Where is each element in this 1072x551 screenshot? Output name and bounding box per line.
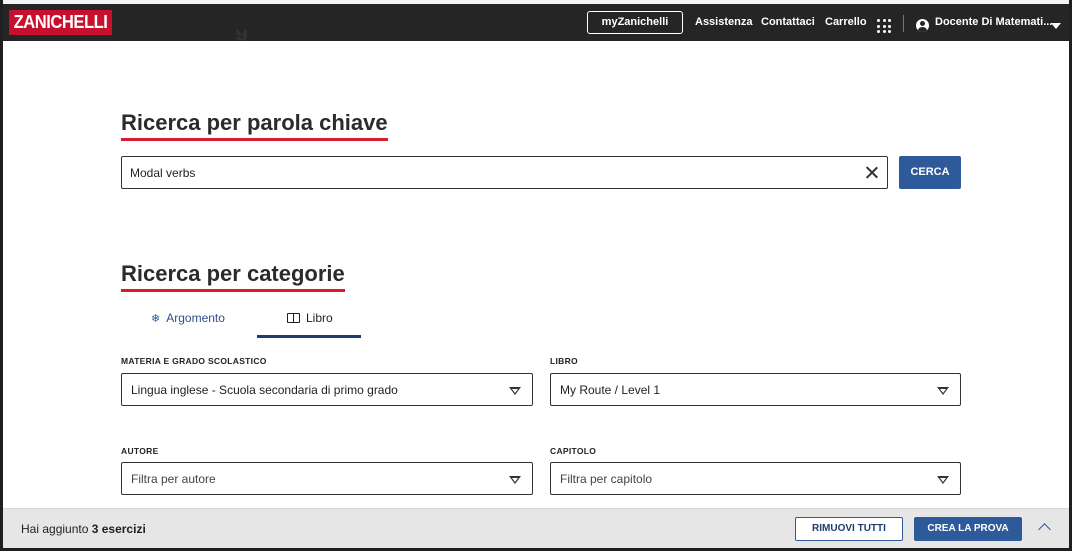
clear-search-icon[interactable] [865, 166, 878, 179]
libro-select[interactable]: My Route / Level 1 [550, 373, 961, 406]
tab-argomento-label: Argomento [166, 311, 225, 325]
nav-divider [903, 15, 904, 32]
capitolo-label: CAPITOLO [550, 446, 597, 456]
app-window: ZANICHELLI myZanichelli Assistenza Conta… [0, 0, 1072, 551]
page-title-fragment: g [235, 30, 275, 42]
category-search-title: Ricerca per categorie [121, 261, 345, 292]
top-navigation-bar: ZANICHELLI myZanichelli Assistenza Conta… [3, 4, 1069, 41]
tab-libro[interactable]: Libro [257, 308, 361, 338]
search-button[interactable]: CERCA [899, 156, 961, 189]
added-exercises-count: 3 esercizi [91, 522, 146, 536]
nav-link-assistenza[interactable]: Assistenza [695, 16, 752, 28]
chevron-down-icon [937, 476, 949, 484]
user-menu-name[interactable]: Docente Di Matemati... [935, 16, 1052, 28]
capitolo-select-placeholder: Filtra per capitolo [560, 472, 653, 486]
libro-label: LIBRO [550, 356, 578, 366]
create-test-button[interactable]: CREA LA PROVA [914, 517, 1022, 541]
materia-label: MATERIA E GRADO SCOLASTICO [121, 356, 267, 366]
materia-select-value: Lingua inglese - Scuola secondaria di pr… [131, 383, 398, 397]
chevron-down-icon [509, 387, 521, 395]
tab-libro-label: Libro [306, 311, 333, 325]
keyword-search-box [121, 156, 888, 189]
user-menu-caret-icon[interactable] [1051, 23, 1061, 29]
autore-label: AUTORE [121, 446, 159, 456]
tab-argomento[interactable]: ❄ Argomento [121, 308, 257, 338]
snowflake-icon: ❄ [151, 312, 161, 325]
zanichelli-logo[interactable]: ZANICHELLI [9, 10, 113, 35]
libro-select-value: My Route / Level 1 [560, 383, 661, 397]
keyword-search-title: Ricerca per parola chiave [121, 110, 388, 141]
apps-grid-icon[interactable] [877, 19, 891, 33]
capitolo-select[interactable]: Filtra per capitolo [550, 462, 961, 495]
remove-all-button[interactable]: RIMUOVI TUTTI [795, 517, 903, 541]
chevron-down-icon [509, 476, 521, 484]
autore-select-placeholder: Filtra per autore [131, 472, 216, 486]
materia-select[interactable]: Lingua inglese - Scuola secondaria di pr… [121, 373, 533, 406]
keyword-search-input[interactable] [130, 164, 850, 182]
user-avatar-icon[interactable] [916, 19, 929, 32]
autore-select[interactable]: Filtra per autore [121, 462, 533, 495]
my-zanichelli-button[interactable]: myZanichelli [587, 11, 683, 34]
added-exercises-text: Hai aggiunto 3 esercizi [21, 522, 146, 536]
book-icon [287, 313, 300, 323]
chevron-up-icon[interactable] [1038, 523, 1051, 536]
nav-link-contattaci[interactable]: Contattaci [761, 16, 815, 28]
nav-link-carrello[interactable]: Carrello [825, 16, 867, 28]
chevron-down-icon [937, 387, 949, 395]
selection-bottom-bar: Hai aggiunto 3 esercizi RIMUOVI TUTTI CR… [3, 508, 1069, 548]
